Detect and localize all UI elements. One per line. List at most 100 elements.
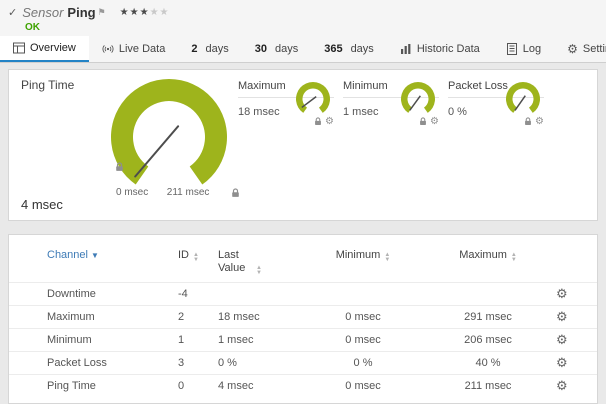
cell-last-value: 1 msec xyxy=(208,334,298,346)
column-header-maximum[interactable]: Maximum ▲▼ xyxy=(428,249,548,263)
channel-settings-gear-icon[interactable]: ⚙ xyxy=(556,333,568,348)
channel-settings-gear-icon[interactable]: ⚙ xyxy=(556,287,568,302)
cell-channel: Minimum xyxy=(37,334,168,346)
mini-gauge-packet-loss: Packet Loss 0 % ⚙ xyxy=(448,80,544,138)
gauge-max-label: 211 msec xyxy=(167,187,210,198)
table-header-row: Channel▼ ID ▲▼ Last Value ▲▼ Minimum▲▼ Max… xyxy=(9,239,597,282)
mini-settings-gear-icon[interactable]: ⚙ xyxy=(535,116,544,127)
column-header-last-value-label: Last Value xyxy=(218,249,252,275)
gauge-scale-lock-icon[interactable] xyxy=(231,188,240,198)
log-document-icon xyxy=(506,43,518,55)
tab-overview-label: Overview xyxy=(30,42,76,54)
cell-last-value: 0 % xyxy=(208,357,298,369)
channel-settings-gear-icon[interactable]: ⚙ xyxy=(556,356,568,371)
cell-id: -4 xyxy=(168,288,208,300)
mini-gauge-dial xyxy=(294,81,332,115)
historic-data-chart-icon xyxy=(400,43,412,55)
cell-last-value: 4 msec xyxy=(208,380,298,392)
tab-365-days-label: days xyxy=(351,43,374,55)
tab-historic-data-label: Historic Data xyxy=(417,43,480,55)
cell-maximum: 206 msec xyxy=(428,334,548,346)
priority-stars[interactable]: ★★★★★ xyxy=(120,7,170,18)
table-row[interactable]: Packet Loss 3 0 % 0 % 40 % ⚙ xyxy=(9,351,597,374)
status-check-icon: ✓ xyxy=(8,6,17,19)
tab-log[interactable]: Log xyxy=(493,36,554,62)
channel-settings-gear-icon[interactable]: ⚙ xyxy=(556,379,568,394)
cell-last-value: 18 msec xyxy=(208,311,298,323)
mini-lock-icon[interactable] xyxy=(419,117,427,126)
stars-filled[interactable]: ★★★ xyxy=(120,7,150,18)
live-data-signal-icon xyxy=(102,43,114,55)
gauge-min-label: 0 msec xyxy=(116,187,148,198)
mini-lock-icon[interactable] xyxy=(524,117,532,126)
cell-minimum: 0 msec xyxy=(298,380,428,392)
gauge-min-lock-icon[interactable] xyxy=(115,162,124,172)
column-header-channel-label: Channel xyxy=(47,249,88,261)
tab-2-days-label: days xyxy=(205,43,228,55)
ping-time-current-value: 4 msec xyxy=(21,197,63,212)
mini-gauge-minimum: Minimum 1 msec ⚙ xyxy=(343,80,439,138)
mini-settings-gear-icon[interactable]: ⚙ xyxy=(430,116,439,127)
tab-365-days[interactable]: 365 days xyxy=(311,36,387,62)
sort-icon[interactable]: ▲▼ xyxy=(256,266,262,276)
sort-icon[interactable]: ▲▼ xyxy=(511,253,517,263)
tab-30-days-number: 30 xyxy=(255,43,267,55)
tab-bar: Overview Live Data 2 days 30 days 365 da… xyxy=(0,36,606,63)
cell-id: 3 xyxy=(168,357,208,369)
cell-minimum: 0 msec xyxy=(298,334,428,346)
overview-grid-icon xyxy=(13,42,25,54)
column-header-id-label: ID xyxy=(178,249,189,261)
table-row[interactable]: Downtime -4 ⚙ xyxy=(9,282,597,305)
ping-time-gauge: 0 msec 211 msec xyxy=(104,75,244,198)
mini-gauge-dial xyxy=(504,81,542,115)
tab-overview[interactable]: Overview xyxy=(0,36,89,62)
tab-30-days-label: days xyxy=(275,43,298,55)
cell-minimum: 0 msec xyxy=(298,311,428,323)
table-row[interactable]: Maximum 2 18 msec 0 msec 291 msec ⚙ xyxy=(9,305,597,328)
column-header-channel[interactable]: Channel▼ xyxy=(37,249,168,262)
column-header-maximum-label: Maximum xyxy=(459,249,507,261)
cell-channel: Ping Time xyxy=(37,380,168,392)
sort-icon[interactable]: ▲▼ xyxy=(193,253,199,263)
tab-historic-data[interactable]: Historic Data xyxy=(387,36,493,62)
table-row[interactable]: Minimum 1 1 msec 0 msec 206 msec ⚙ xyxy=(9,328,597,351)
gauge-panel-title: Ping Time xyxy=(21,78,74,92)
cell-id: 1 xyxy=(168,334,208,346)
column-header-id[interactable]: ID ▲▼ xyxy=(168,249,208,263)
sensor-prefix-label: Sensor xyxy=(22,5,63,20)
tab-settings-label: Settings xyxy=(583,43,606,55)
mini-gauge-maximum: Maximum 18 msec ⚙ xyxy=(238,80,334,138)
tab-settings[interactable]: ⚙ Settings xyxy=(554,36,606,62)
mini-gauges: Maximum 18 msec ⚙ Minimum 1 msec ⚙ xyxy=(238,80,544,138)
cell-maximum: 40 % xyxy=(428,357,548,369)
table-row[interactable]: Ping Time 0 4 msec 0 msec 211 msec ⚙ xyxy=(9,374,597,397)
priority-flag-icon[interactable]: ⚑ xyxy=(98,7,106,18)
cell-channel: Downtime xyxy=(37,288,168,300)
channel-table-panel: Channel▼ ID▲▼ Last Value▲▼ Minimum▲▼ Max… xyxy=(8,234,598,404)
sort-icon[interactable]: ▲▼ xyxy=(384,253,390,263)
cell-channel: Maximum xyxy=(37,311,168,323)
tab-2-days[interactable]: 2 days xyxy=(178,36,241,62)
mini-settings-gear-icon[interactable]: ⚙ xyxy=(325,116,334,127)
cell-maximum: 211 msec xyxy=(428,380,548,392)
stars-empty[interactable]: ★★ xyxy=(150,7,170,18)
tab-365-days-number: 365 xyxy=(324,43,342,55)
channel-settings-gear-icon[interactable]: ⚙ xyxy=(556,310,568,325)
sensor-header: ✓ Sensor Ping ⚑ ★★★★★ OK xyxy=(0,0,606,36)
cell-id: 2 xyxy=(168,311,208,323)
settings-gear-icon: ⚙ xyxy=(567,42,578,56)
chevron-down-icon: ▼ xyxy=(91,251,99,260)
column-header-last-value[interactable]: Last Value ▲▼ xyxy=(208,249,298,276)
gauge-panel: Ping Time 0 msec 211 msec 4 msec Maximum… xyxy=(8,69,598,221)
cell-minimum: 0 % xyxy=(298,357,428,369)
cell-channel: Packet Loss xyxy=(37,357,168,369)
sensor-status-badge: OK xyxy=(25,22,598,33)
tab-log-label: Log xyxy=(523,43,541,55)
tab-live-data[interactable]: Live Data xyxy=(89,36,178,62)
mini-gauge-dial xyxy=(399,81,437,115)
column-header-minimum[interactable]: Minimum▲▼ xyxy=(298,249,428,263)
tab-live-data-label: Live Data xyxy=(119,43,165,55)
cell-id: 0 xyxy=(168,380,208,392)
mini-lock-icon[interactable] xyxy=(314,117,322,126)
tab-30-days[interactable]: 30 days xyxy=(242,36,312,62)
